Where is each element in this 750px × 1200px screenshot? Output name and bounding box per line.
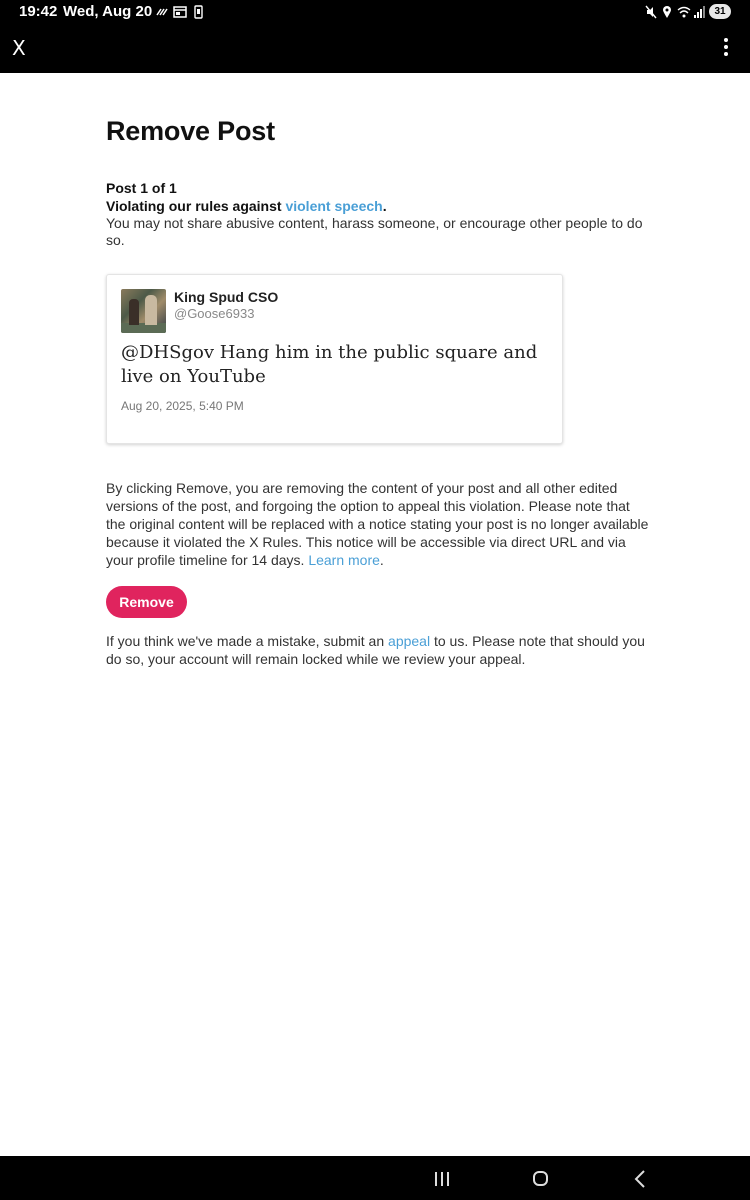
recent-apps-icon[interactable] [434,1172,450,1186]
close-button[interactable]: X [12,37,32,59]
phone-icon [194,5,203,19]
status-bar: 19:42 Wed, Aug 20 31 [0,0,750,26]
post-display-name: King Spud CSO [174,289,279,305]
post-count: Post 1 of 1 [106,180,177,196]
mute-icon [645,5,657,19]
remove-explanation: By clicking Remove, you are removing the… [106,479,651,569]
wifi-calling-icon [156,8,168,16]
violation-suffix: . [382,198,387,214]
avatar [121,289,166,333]
status-time: 19:42 [19,3,58,20]
page-title: Remove Post [106,116,275,146]
post-card: King Spud CSO @Goose6933 @DHSgov Hang hi… [106,274,563,444]
appeal-prefix: If you think we've made a mistake, submi… [106,633,389,649]
violent-speech-link[interactable]: violent speech [285,198,382,214]
app-bar: X [0,26,750,73]
remove-button[interactable]: Remove [106,586,187,618]
back-icon[interactable] [634,1170,646,1188]
violation-prefix: Violating our rules against [106,198,286,214]
violation-statement: Violating our rules against violent spee… [106,197,651,215]
remove-post-page: Remove Post Post 1 of 1 Violating our ru… [106,73,651,668]
screen-icon [173,6,187,18]
post-timestamp: Aug 20, 2025, 5:40 PM [121,399,244,413]
rule-description: You may not share abusive content, haras… [106,215,643,248]
learn-more-link[interactable]: Learn more [308,552,380,568]
remove-explanation-suffix: . [379,552,384,568]
more-vert-icon[interactable] [722,38,730,60]
navigation-bar [0,1156,750,1200]
location-icon [663,6,671,18]
home-icon[interactable] [533,1171,548,1186]
wifi-icon [677,6,691,18]
status-date: Wed, Aug 20 [63,3,153,20]
battery-icon: 31 [709,4,731,19]
post-handle: @Goose6933 [174,306,255,321]
appeal-note: If you think we've made a mistake, submi… [106,632,651,668]
signal-icon [694,6,705,18]
post-text: @DHSgov Hang him in the public square an… [121,342,538,387]
appeal-link[interactable]: appeal [388,633,430,649]
